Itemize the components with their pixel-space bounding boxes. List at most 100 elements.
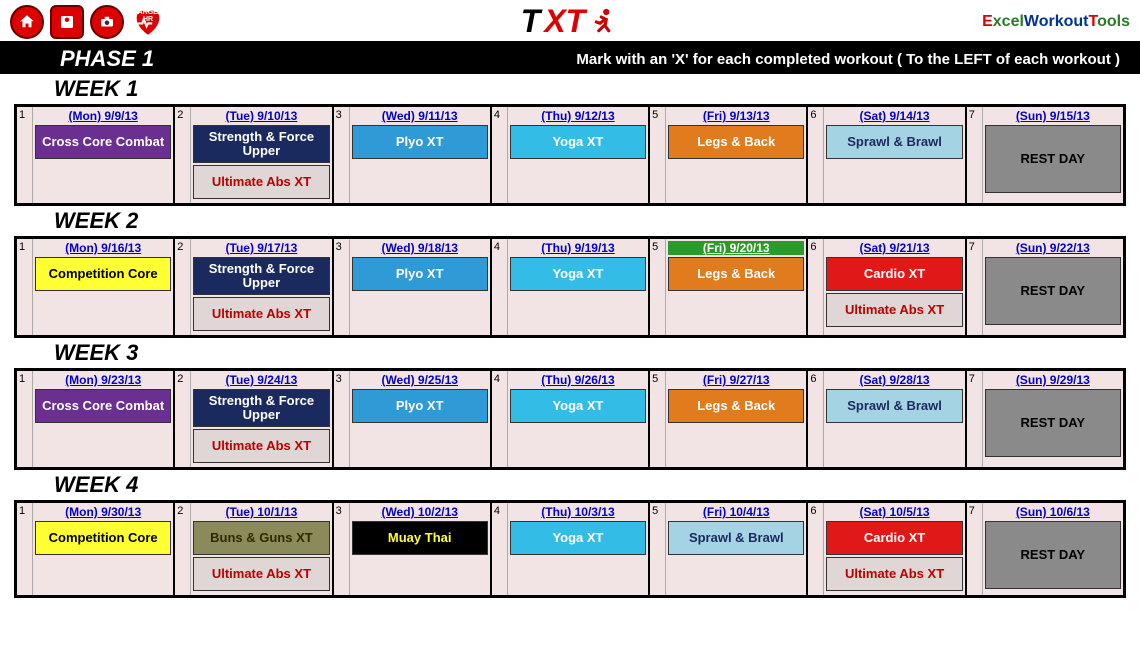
- schedule-grid: WEEK 11(Mon) 9/9/13Cross Core Combat2(Tu…: [0, 76, 1140, 608]
- workout-yoga[interactable]: Yoga XT: [510, 389, 646, 423]
- workout-yoga[interactable]: Yoga XT: [510, 257, 646, 291]
- workout-legs[interactable]: Legs & Back: [668, 125, 804, 159]
- date-link[interactable]: (Wed) 9/25/13: [352, 373, 488, 387]
- workout-sprawl[interactable]: Sprawl & Brawl: [668, 521, 804, 555]
- workout-plyo[interactable]: Plyo XT: [352, 125, 488, 159]
- date-link[interactable]: (Sun) 9/15/13: [985, 109, 1121, 123]
- date-link[interactable]: (Tue) 9/24/13: [193, 373, 329, 387]
- workout-plyo[interactable]: Plyo XT: [352, 389, 488, 423]
- day-cell[interactable]: 2(Tue) 9/17/13Strength & Force UpperUlti…: [175, 239, 333, 335]
- date-link[interactable]: (Tue) 9/10/13: [193, 109, 329, 123]
- workout-cardio[interactable]: Cardio XT: [826, 257, 962, 291]
- workout-crosscore[interactable]: Cross Core Combat: [35, 125, 171, 159]
- day-cell[interactable]: 6(Sat) 9/14/13Sprawl & Brawl: [808, 107, 966, 203]
- heart-rate-icon[interactable]: TARGET HR: [130, 5, 166, 39]
- date-link[interactable]: (Thu) 9/19/13: [510, 241, 646, 255]
- date-link[interactable]: (Tue) 10/1/13: [193, 505, 329, 519]
- workout-yoga[interactable]: Yoga XT: [510, 521, 646, 555]
- date-link[interactable]: (Sat) 9/21/13: [826, 241, 962, 255]
- day-number: 4: [492, 239, 508, 335]
- workout-legs[interactable]: Legs & Back: [668, 257, 804, 291]
- day-cell[interactable]: 6(Sat) 9/28/13Sprawl & Brawl: [808, 371, 966, 467]
- day-cell[interactable]: 7(Sun) 10/6/13REST DAY: [967, 503, 1123, 595]
- day-cell[interactable]: 3(Wed) 9/11/13Plyo XT: [334, 107, 492, 203]
- day-cell[interactable]: 2(Tue) 10/1/13 Buns & Guns XTUltimate Abs…: [175, 503, 333, 595]
- workout-legs[interactable]: Legs & Back: [668, 389, 804, 423]
- day-cell[interactable]: 5(Fri) 9/20/13Legs & Back: [650, 239, 808, 335]
- day-number: 2: [175, 503, 191, 595]
- day-number: 5: [650, 371, 666, 467]
- date-link[interactable]: (Mon) 9/9/13: [35, 109, 171, 123]
- runner-icon: [589, 7, 619, 37]
- date-link[interactable]: (Sat) 9/14/13: [826, 109, 962, 123]
- date-link[interactable]: (Thu) 9/12/13: [510, 109, 646, 123]
- date-link[interactable]: (Sat) 10/5/13: [826, 505, 962, 519]
- date-link[interactable]: (Wed) 9/11/13: [352, 109, 488, 123]
- day-cell[interactable]: 2(Tue) 9/24/13Strength & Force UpperUlti…: [175, 371, 333, 467]
- date-link[interactable]: (Mon) 9/23/13: [35, 373, 171, 387]
- day-cell[interactable]: 3(Wed) 9/18/13Plyo XT: [334, 239, 492, 335]
- workout-ultimate[interactable]: Ultimate Abs XT: [826, 557, 962, 591]
- workout-rest[interactable]: REST DAY: [985, 521, 1121, 589]
- camera-icon[interactable]: [90, 5, 124, 39]
- day-cell[interactable]: 4(Thu) 9/19/13 Yoga XT: [492, 239, 650, 335]
- day-cell[interactable]: 2(Tue) 9/10/13Strength & Force UpperUlti…: [175, 107, 333, 203]
- date-link[interactable]: (Tue) 9/17/13: [193, 241, 329, 255]
- workout-crosscore[interactable]: Cross Core Combat: [35, 389, 171, 423]
- workout-ultimate[interactable]: Ultimate Abs XT: [193, 297, 329, 331]
- day-cell[interactable]: 3(Wed) 10/2/13Muay Thai: [334, 503, 492, 595]
- workout-rest[interactable]: REST DAY: [985, 125, 1121, 193]
- date-link[interactable]: (Sun) 10/6/13: [985, 505, 1121, 519]
- day-cell[interactable]: 5(Fri) 10/4/13Sprawl & Brawl: [650, 503, 808, 595]
- date-link[interactable]: (Wed) 10/2/13: [352, 505, 488, 519]
- date-link[interactable]: (Thu) 10/3/13: [510, 505, 646, 519]
- day-cell[interactable]: 4(Thu) 9/12/13Yoga XT: [492, 107, 650, 203]
- day-cell[interactable]: 6(Sat) 9/21/13Cardio XTUltimate Abs XT: [808, 239, 966, 335]
- workout-buns[interactable]: Buns & Guns XT: [193, 521, 329, 555]
- workout-plyo[interactable]: Plyo XT: [352, 257, 488, 291]
- day-cell[interactable]: 7(Sun) 9/29/13REST DAY: [967, 371, 1123, 467]
- date-link[interactable]: (Wed) 9/18/13: [352, 241, 488, 255]
- workout-strength[interactable]: Strength & Force Upper: [193, 389, 329, 427]
- date-link[interactable]: (Sat) 9/28/13: [826, 373, 962, 387]
- workout-strength[interactable]: Strength & Force Upper: [193, 125, 329, 163]
- date-link[interactable]: (Sun) 9/29/13: [985, 373, 1121, 387]
- workout-ultimate[interactable]: Ultimate Abs XT: [193, 557, 329, 591]
- date-link[interactable]: (Mon) 9/16/13: [35, 241, 171, 255]
- date-link[interactable]: (Mon) 9/30/13: [35, 505, 171, 519]
- day-cell[interactable]: 3(Wed) 9/25/13Plyo XT: [334, 371, 492, 467]
- date-link[interactable]: (Fri) 9/20/13: [668, 241, 804, 255]
- day-cell[interactable]: 5(Fri) 9/13/13Legs & Back: [650, 107, 808, 203]
- date-link[interactable]: (Fri) 9/27/13: [668, 373, 804, 387]
- home-icon[interactable]: [10, 5, 44, 39]
- workout-rest[interactable]: REST DAY: [985, 257, 1121, 325]
- day-number: 4: [492, 371, 508, 467]
- workout-strength[interactable]: Strength & Force Upper: [193, 257, 329, 295]
- workout-sprawl[interactable]: Sprawl & Brawl: [826, 389, 962, 423]
- day-cell[interactable]: 1(Mon) 9/30/13Competition Core: [17, 503, 175, 595]
- scale-icon[interactable]: [50, 5, 84, 39]
- workout-ultimate[interactable]: Ultimate Abs XT: [193, 429, 329, 463]
- date-link[interactable]: (Fri) 9/13/13: [668, 109, 804, 123]
- day-cell[interactable]: 7(Sun) 9/15/13REST DAY: [967, 107, 1123, 203]
- workout-muay[interactable]: Muay Thai: [352, 521, 488, 555]
- day-cell[interactable]: 4(Thu) 9/26/13 Yoga XT: [492, 371, 650, 467]
- date-link[interactable]: (Thu) 9/26/13: [510, 373, 646, 387]
- workout-comp[interactable]: Competition Core: [35, 257, 171, 291]
- workout-ultimate[interactable]: Ultimate Abs XT: [193, 165, 329, 199]
- workout-cardio[interactable]: Cardio XT: [826, 521, 962, 555]
- day-cell[interactable]: 1(Mon) 9/9/13Cross Core Combat: [17, 107, 175, 203]
- day-cell[interactable]: 7(Sun) 9/22/13REST DAY: [967, 239, 1123, 335]
- workout-comp[interactable]: Competition Core: [35, 521, 171, 555]
- day-cell[interactable]: 6(Sat) 10/5/13Cardio XTUltimate Abs XT: [808, 503, 966, 595]
- day-cell[interactable]: 5(Fri) 9/27/13 Legs & Back: [650, 371, 808, 467]
- workout-sprawl[interactable]: Sprawl & Brawl: [826, 125, 962, 159]
- workout-yoga[interactable]: Yoga XT: [510, 125, 646, 159]
- day-cell[interactable]: 1(Mon) 9/23/13Cross Core Combat: [17, 371, 175, 467]
- day-cell[interactable]: 1(Mon) 9/16/13Competition Core: [17, 239, 175, 335]
- date-link[interactable]: (Fri) 10/4/13: [668, 505, 804, 519]
- date-link[interactable]: (Sun) 9/22/13: [985, 241, 1121, 255]
- workout-ultimate[interactable]: Ultimate Abs XT: [826, 293, 962, 327]
- day-cell[interactable]: 4(Thu) 10/3/13Yoga XT: [492, 503, 650, 595]
- workout-rest[interactable]: REST DAY: [985, 389, 1121, 457]
